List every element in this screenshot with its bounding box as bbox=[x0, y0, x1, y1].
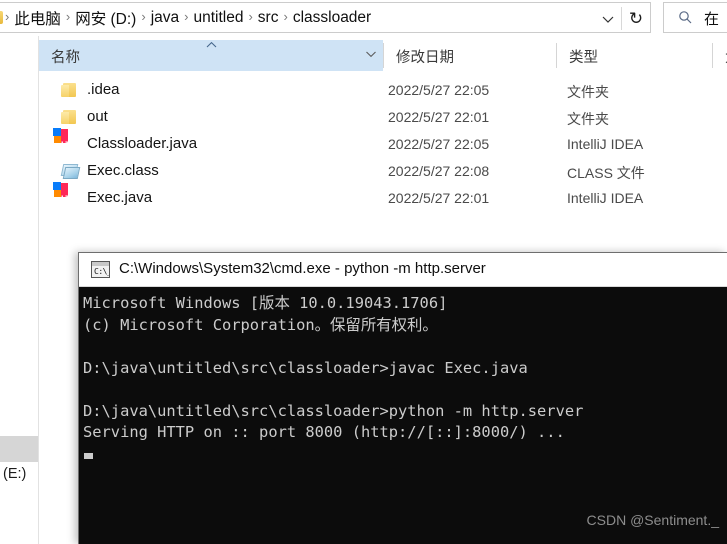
breadcrumb-item-2[interactable]: java bbox=[148, 9, 182, 27]
file-date-modified: 2022/5/27 22:01 bbox=[388, 109, 490, 125]
file-name: out bbox=[87, 108, 108, 125]
breadcrumb-separator-2: › bbox=[141, 9, 146, 24]
folder-icon bbox=[61, 82, 80, 101]
column-header-name[interactable]: 名称 bbox=[39, 40, 383, 71]
file-type: 文件夹 bbox=[567, 111, 609, 127]
nav-selected-highlight bbox=[0, 436, 38, 462]
column-header-row: 名称 修改日期 类型 大 bbox=[39, 40, 727, 71]
refresh-button[interactable]: ↻ bbox=[626, 9, 646, 29]
search-icon bbox=[678, 10, 693, 25]
folder-icon bbox=[61, 109, 80, 128]
intellij-idea-icon: IJ bbox=[53, 128, 80, 155]
command-prompt-window[interactable]: C:\_ C:\Windows\System32\cmd.exe - pytho… bbox=[78, 252, 727, 544]
file-date-modified: 2022/5/27 22:08 bbox=[388, 163, 490, 179]
breadcrumb-separator-1: › bbox=[65, 9, 71, 24]
file-date-modified: 2022/5/27 22:05 bbox=[388, 136, 490, 152]
table-row[interactable]: Exec.class 2022/5/27 22:08 CLASS 文件 bbox=[39, 159, 727, 186]
file-name: Exec.class bbox=[87, 162, 159, 179]
breadcrumb: › 此电脑 › 网安 (D:) › java › untitled › src … bbox=[3, 3, 374, 32]
table-row[interactable]: .idea 2022/5/27 22:05 文件夹 bbox=[39, 78, 727, 105]
console-output[interactable]: Microsoft Windows [版本 10.0.19043.1706] (… bbox=[79, 287, 727, 544]
class-file-icon bbox=[60, 163, 81, 182]
breadcrumb-item-4[interactable]: src bbox=[255, 9, 282, 27]
breadcrumb-item-5[interactable]: classloader bbox=[290, 9, 374, 27]
console-line: Serving HTTP on :: port 8000 (http://[::… bbox=[83, 423, 565, 441]
cmd-icon: C:\_ bbox=[91, 261, 110, 278]
navigation-pane[interactable]: (E:) bbox=[0, 36, 39, 544]
address-divider bbox=[621, 7, 622, 30]
file-name: Exec.java bbox=[87, 189, 153, 206]
sort-ascending-icon bbox=[205, 41, 218, 51]
column-header-date-modified-label: 修改日期 bbox=[396, 50, 454, 66]
console-line: D:\java\untitled\src\classloader>python … bbox=[83, 401, 584, 420]
console-title: C:\Windows\System32\cmd.exe - python -m … bbox=[119, 260, 486, 277]
breadcrumb-separator-3: › bbox=[184, 9, 189, 24]
column-header-type[interactable]: 类型 bbox=[557, 40, 712, 71]
intellij-idea-icon: IJ bbox=[53, 182, 80, 209]
console-cursor-line bbox=[83, 444, 727, 466]
breadcrumb-item-1[interactable]: 网安 (D:) bbox=[72, 7, 139, 29]
file-name: Classloader.java bbox=[87, 135, 198, 152]
column-header-date-modified[interactable]: 修改日期 bbox=[384, 40, 556, 71]
sidebar-item-drive-e[interactable]: (E:) bbox=[3, 466, 26, 482]
breadcrumb-item-0[interactable]: 此电脑 bbox=[11, 7, 64, 29]
table-row[interactable]: out 2022/5/27 22:01 文件夹 bbox=[39, 105, 727, 132]
column-header-name-label: 名称 bbox=[51, 50, 80, 66]
file-type: IntelliJ IDEA bbox=[567, 136, 644, 152]
file-type: 文件夹 bbox=[567, 84, 609, 100]
breadcrumb-separator-5: › bbox=[283, 9, 288, 24]
text-cursor bbox=[84, 452, 93, 459]
table-row[interactable]: IJ Classloader.java 2022/5/27 22:05 Inte… bbox=[39, 128, 727, 159]
column-header-size[interactable]: 大 bbox=[713, 40, 727, 71]
search-placeholder-text: 在 bbox=[704, 11, 720, 28]
search-input[interactable]: 在 bbox=[663, 2, 727, 33]
console-line: (c) Microsoft Corporation。保留所有权利。 bbox=[83, 315, 438, 334]
breadcrumb-box[interactable]: › 此电脑 › 网安 (D:) › java › untitled › src … bbox=[0, 2, 651, 33]
file-date-modified: 2022/5/27 22:01 bbox=[388, 190, 490, 206]
file-type: CLASS 文件 bbox=[567, 165, 645, 181]
watermark: CSDN @Sentiment._ bbox=[586, 512, 719, 528]
console-line: D:\java\untitled\src\classloader>javac E… bbox=[83, 358, 528, 377]
console-line: Microsoft Windows [版本 10.0.19043.1706] bbox=[83, 294, 448, 312]
column-dropdown-icon[interactable] bbox=[365, 49, 377, 61]
file-name: .idea bbox=[87, 81, 120, 98]
breadcrumb-item-3[interactable]: untitled bbox=[190, 9, 246, 27]
breadcrumb-separator-4: › bbox=[248, 9, 253, 24]
chevron-down-icon[interactable] bbox=[600, 11, 616, 27]
file-date-modified: 2022/5/27 22:05 bbox=[388, 82, 490, 98]
address-bar: › 此电脑 › 网安 (D:) › java › untitled › src … bbox=[0, 0, 727, 36]
file-list: .idea 2022/5/27 22:05 文件夹 out 2022/5/27 … bbox=[39, 78, 727, 238]
console-title-bar[interactable]: C:\_ C:\Windows\System32\cmd.exe - pytho… bbox=[79, 253, 727, 287]
column-header-type-label: 类型 bbox=[569, 50, 598, 66]
table-row[interactable]: IJ Exec.java 2022/5/27 22:01 IntelliJ ID… bbox=[39, 182, 727, 213]
file-type: IntelliJ IDEA bbox=[567, 190, 644, 206]
breadcrumb-separator-0: › bbox=[5, 9, 10, 24]
